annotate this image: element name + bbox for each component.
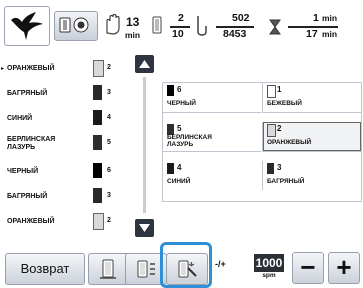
thread-number: 4 <box>107 114 111 121</box>
thread-name: БАГРЯНЫЙ <box>7 193 48 200</box>
thread-number: 2 <box>107 217 111 224</box>
scroll-track[interactable] <box>143 77 146 213</box>
spool-icon <box>100 259 116 279</box>
total-colors-value: 10 <box>172 28 184 40</box>
thread-view-button[interactable] <box>54 11 98 41</box>
thread-number: 5 <box>107 139 111 146</box>
return-button[interactable]: Возврат <box>5 253 85 285</box>
thread-name: БАГРЯНЫЙ <box>7 90 48 97</box>
thread-name: СИНИЙ <box>7 115 33 122</box>
arrow-down-icon <box>139 224 150 232</box>
thread-number: 3 <box>107 89 111 96</box>
spool-cell[interactable]: 6 ЧЕРНЫЙ <box>163 83 261 113</box>
spool-sort-button[interactable] <box>88 253 130 285</box>
total-time-value: 13 <box>126 15 140 29</box>
thread-spool-icon <box>93 163 102 178</box>
spool-number: 5 <box>177 124 182 133</box>
thread-color-list[interactable]: ▸ ОРАНЖЕВЫЙ 2 БАГРЯНЫЙ 3 СИНИЙ 4 БЕРЛИНС… <box>1 58 130 234</box>
list-item[interactable]: СИНИЙ 4 <box>4 108 130 130</box>
speed-unit: spm <box>262 272 276 279</box>
status-header: 13 min 2 10 502 8453 1 min 17 min <box>0 0 363 50</box>
spool-reorder-icon <box>137 260 155 278</box>
sewing-speed-display: 1000 spm <box>254 254 284 281</box>
thread-spool-icon <box>93 213 104 230</box>
current-thread-marker: ▸ <box>1 66 5 72</box>
spool-number: 2 <box>277 124 282 133</box>
list-item[interactable]: ОРАНЖЕВЫЙ 2 <box>4 211 130 233</box>
spool-number: 4 <box>177 163 182 172</box>
spool-wand-icon <box>178 260 197 278</box>
thread-name: ОРАНЖЕВЫЙ <box>7 218 55 225</box>
thread-number: 6 <box>107 167 111 174</box>
thread-spool-icon <box>93 188 102 203</box>
spool-color-grid: 6 ЧЕРНЫЙ 1 БЕЖЕВЫЙ 5 БЕРЛИНСКАЯ ЛАЗУРЬ 2… <box>162 82 362 202</box>
list-item[interactable]: ЧЕРНЫЙ 6 <box>4 161 130 183</box>
embroidery-screen: 13 min 2 10 502 8453 1 min 17 min ▸ ОРАН… <box>0 0 363 288</box>
thread-spool-icon <box>267 163 274 174</box>
remaining-time-value: 1 <box>313 12 319 24</box>
speed-value: 1000 <box>254 254 284 272</box>
list-item[interactable]: БАГРЯНЫЙ 3 <box>4 186 130 208</box>
thread-number: 2 <box>107 64 111 71</box>
thread-number: 3 <box>107 192 111 199</box>
thread-spool-icon <box>93 60 104 77</box>
spool-color-name: БЕРЛИНСКАЯ ЛАЗУРЬ <box>167 134 212 148</box>
hourglass-icon <box>269 19 281 35</box>
list-item[interactable]: ▸ ОРАНЖЕВЫЙ 2 <box>1 58 130 80</box>
total-stitches-value: 8453 <box>223 28 247 40</box>
spool-number: 1 <box>277 85 282 94</box>
total-time-unit: min <box>125 30 141 40</box>
spool-number: 6 <box>177 85 182 94</box>
color-spool-icon <box>152 16 162 34</box>
spool-color-name: ОРАНЖЕВЫЙ <box>267 139 312 146</box>
thread-name: ЧЕРНЫЙ <box>7 168 39 175</box>
thread-list-scrollbar[interactable] <box>135 55 155 237</box>
speed-adjust-label: -/+ <box>215 259 226 269</box>
total-design-time-unit: min <box>322 29 338 39</box>
bottom-toolbar: Возврат -/+ 1000 spm − + <box>0 240 363 288</box>
list-item[interactable]: БАГРЯНЫЙ 3 <box>4 83 130 105</box>
arrow-up-icon <box>139 60 150 68</box>
spool-color-name: СИНИЙ <box>167 178 191 185</box>
thread-spool-icon <box>93 135 102 150</box>
spool-cell-selected[interactable]: 2 ОРАНЖЕВЫЙ <box>262 122 361 152</box>
thread-name: БЕРЛИНСКАЯ ЛАЗУРЬ <box>7 136 56 151</box>
bird-embroidery-icon <box>11 12 43 40</box>
spool-cell[interactable]: 5 БЕРЛИНСКАЯ ЛАЗУРЬ <box>163 122 261 152</box>
spool-cell[interactable]: 3 БАГРЯНЫЙ <box>262 161 361 190</box>
thread-spool-icon <box>93 85 102 100</box>
spool-number: 3 <box>277 163 282 172</box>
speed-increase-button[interactable]: + <box>328 252 360 284</box>
total-design-time-value: 17 <box>306 28 318 40</box>
thread-name: ОРАНЖЕВЫЙ <box>7 65 55 72</box>
thread-spool-icon <box>167 85 174 96</box>
thread-spool-icon <box>167 163 174 174</box>
current-color-value: 2 <box>178 12 184 24</box>
remaining-time-unit: min <box>322 13 338 23</box>
spool-cell[interactable]: 4 СИНИЙ <box>163 161 261 190</box>
presser-foot-hand-icon <box>106 13 120 35</box>
current-stitch-value: 502 <box>232 12 250 24</box>
spool-cell[interactable]: 1 БЕЖЕВЫЙ <box>262 83 361 113</box>
scroll-up-button[interactable] <box>135 55 154 73</box>
embroidery-design-button[interactable] <box>4 6 50 46</box>
needle-stitch-icon <box>197 16 207 36</box>
thread-spool-icon <box>267 124 276 137</box>
spool-color-name: БЕЖЕВЫЙ <box>267 100 302 107</box>
scroll-down-button[interactable] <box>135 219 154 237</box>
spool-color-name: ЧЕРНЫЙ <box>167 100 196 107</box>
thread-spool-icon <box>267 85 276 98</box>
spool-color-name: БАГРЯНЫЙ <box>267 178 305 185</box>
spool-edit-button[interactable] <box>166 253 208 285</box>
thread-spool-icon <box>93 110 102 125</box>
list-item[interactable]: БЕРЛИНСКАЯ ЛАЗУРЬ 5 <box>4 133 130 155</box>
thread-spool-view-icon <box>59 17 89 33</box>
speed-decrease-button[interactable]: − <box>292 252 324 284</box>
